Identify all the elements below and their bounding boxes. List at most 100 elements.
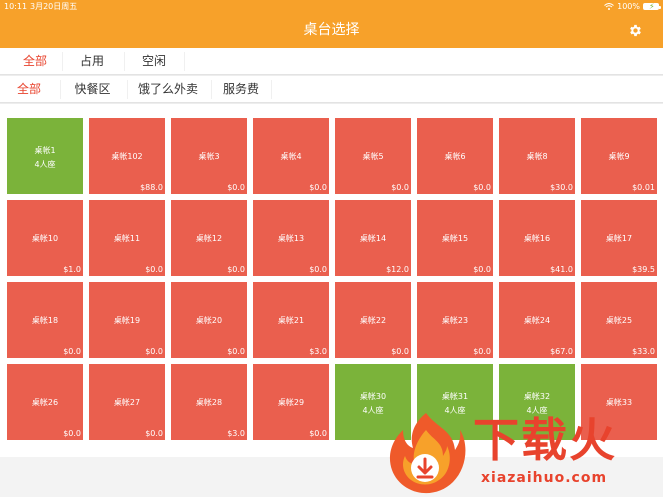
table-amount: $0.0 <box>145 429 163 438</box>
table-cell[interactable]: 桌帐18 $0.0 <box>7 282 83 358</box>
table-name: 桌帐33 <box>605 398 633 407</box>
gear-icon[interactable] <box>628 23 643 38</box>
tab-divider <box>271 80 272 99</box>
table-amount: $3.0 <box>309 347 327 356</box>
watermark: 下载火 xiazaihuo.com <box>385 410 663 497</box>
table-name: 桌帐22 <box>359 316 387 325</box>
table-cell[interactable]: 桌帐26 $0.0 <box>7 364 83 440</box>
table-name: 桌帐17 <box>605 234 633 243</box>
table-name: 桌帐18 <box>31 316 59 325</box>
table-name: 桌帐20 <box>195 316 223 325</box>
status-filter-tabs: 全部 占用 空闲 <box>0 48 663 75</box>
tab-status-free[interactable]: 空闲 <box>124 48 184 75</box>
table-amount: $0.0 <box>309 429 327 438</box>
table-cell[interactable]: 桌帐19 $0.0 <box>89 282 165 358</box>
table-name: 桌帐11 <box>113 234 141 243</box>
table-cell[interactable]: 桌帐10 $1.0 <box>7 200 83 276</box>
table-amount: $88.0 <box>140 183 163 192</box>
table-amount: $1.0 <box>63 265 81 274</box>
table-name: 桌帐29 <box>277 398 305 407</box>
tab-area-all[interactable]: 全部 <box>0 76 58 103</box>
table-cell[interactable]: 桌帐12 $0.0 <box>171 200 247 276</box>
table-amount: $0.0 <box>473 347 491 356</box>
table-cell[interactable]: 桌帐16 $41.0 <box>499 200 575 276</box>
table-amount: $0.0 <box>391 347 409 356</box>
table-amount: $41.0 <box>550 265 573 274</box>
table-amount: $3.0 <box>227 429 245 438</box>
table-cell[interactable]: 桌帐20 $0.0 <box>171 282 247 358</box>
table-amount: $0.01 <box>632 183 655 192</box>
table-amount: $0.0 <box>227 183 245 192</box>
table-name: 桌帐24 <box>523 316 551 325</box>
table-name: 桌帐102 <box>111 152 143 161</box>
table-name: 桌帐4 <box>280 152 302 161</box>
tab-status-all[interactable]: 全部 <box>0 48 70 75</box>
table-cell[interactable]: 桌帐15 $0.0 <box>417 200 493 276</box>
table-amount: $0.0 <box>391 183 409 192</box>
status-right: 100% ⚡ <box>604 0 661 13</box>
table-amount: $0.0 <box>473 183 491 192</box>
table-name: 桌帐23 <box>441 316 469 325</box>
table-amount: $12.0 <box>386 265 409 274</box>
table-cell[interactable]: 桌帐24 $67.0 <box>499 282 575 358</box>
table-cell[interactable]: 桌帐22 $0.0 <box>335 282 411 358</box>
tab-divider <box>184 52 185 71</box>
table-cell[interactable]: 桌帐102 $88.0 <box>89 118 165 194</box>
table-grid: 桌帐1 4人座 桌帐102 $88.0 桌帐3 $0.0 桌帐4 $0.0 桌帐5 $0.0 桌帐6… <box>0 104 663 457</box>
table-cell[interactable]: 桌帐13 $0.0 <box>253 200 329 276</box>
table-name: 桌帐13 <box>277 234 305 243</box>
status-date: 3月20日周五 <box>30 2 78 11</box>
table-cell[interactable]: 桌帐8 $30.0 <box>499 118 575 194</box>
table-cell[interactable]: 桌帐17 $39.5 <box>581 200 657 276</box>
table-amount: $33.0 <box>632 347 655 356</box>
table-cell[interactable]: 桌帐4 $0.0 <box>253 118 329 194</box>
table-cell[interactable]: 桌帐23 $0.0 <box>417 282 493 358</box>
table-name: 桌帐5 <box>362 152 384 161</box>
tab-status-occupied[interactable]: 占用 <box>62 48 122 75</box>
tab-area-service-fee[interactable]: 服务费 <box>211 76 271 103</box>
table-cell[interactable]: 桌帐3 $0.0 <box>171 118 247 194</box>
table-cell[interactable]: 桌帐9 $0.01 <box>581 118 657 194</box>
area-filter-tabs: 全部 快餐区 饿了么外卖 服务费 <box>0 76 663 103</box>
charging-bolt-icon: ⚡ <box>649 2 655 11</box>
table-name: 桌帐14 <box>359 234 387 243</box>
table-seats: 4人座 <box>34 160 56 169</box>
table-cell[interactable]: 桌帐11 $0.0 <box>89 200 165 276</box>
table-name: 桌帐21 <box>277 316 305 325</box>
table-name: 桌帐6 <box>444 152 466 161</box>
table-name: 桌帐25 <box>605 316 633 325</box>
tab-area-eleme[interactable]: 饿了么外卖 <box>127 76 209 103</box>
table-name: 桌帐32 <box>523 392 551 401</box>
table-name: 桌帐3 <box>198 152 220 161</box>
table-name: 桌帐19 <box>113 316 141 325</box>
table-name: 桌帐16 <box>523 234 551 243</box>
table-amount: $0.0 <box>145 347 163 356</box>
table-cell[interactable]: 桌帐21 $3.0 <box>253 282 329 358</box>
nav-bar: 桌台选择 <box>0 13 663 48</box>
page-title: 桌台选择 <box>303 22 360 38</box>
table-amount: $0.0 <box>227 265 245 274</box>
battery-icon: ⚡ <box>643 2 661 11</box>
table-cell[interactable]: 桌帐27 $0.0 <box>89 364 165 440</box>
table-cell[interactable]: 桌帐29 $0.0 <box>253 364 329 440</box>
table-amount: $30.0 <box>550 183 573 192</box>
tab-area-fast-food[interactable]: 快餐区 <box>60 76 125 103</box>
table-amount: $0.0 <box>63 429 81 438</box>
table-amount: $39.5 <box>632 265 655 274</box>
table-amount: $0.0 <box>63 347 81 356</box>
table-name: 桌帐9 <box>608 152 630 161</box>
watermark-domain: xiazaihuo.com <box>481 470 608 486</box>
table-cell[interactable]: 桌帐14 $12.0 <box>335 200 411 276</box>
table-cell[interactable]: 桌帐28 $3.0 <box>171 364 247 440</box>
table-cell[interactable]: 桌帐6 $0.0 <box>417 118 493 194</box>
table-name: 桌帐15 <box>441 234 469 243</box>
table-cell[interactable]: 桌帐5 $0.0 <box>335 118 411 194</box>
status-bar: 10:11 3月20日周五 100% ⚡ <box>0 0 663 13</box>
table-cell[interactable]: 桌帐25 $33.0 <box>581 282 657 358</box>
table-name: 桌帐26 <box>31 398 59 407</box>
table-cell[interactable]: 桌帐1 4人座 <box>7 118 83 194</box>
table-name: 桌帐10 <box>31 234 59 243</box>
battery-percent: 100% <box>617 2 640 11</box>
status-time: 10:11 <box>4 2 28 11</box>
table-amount: $0.0 <box>309 183 327 192</box>
